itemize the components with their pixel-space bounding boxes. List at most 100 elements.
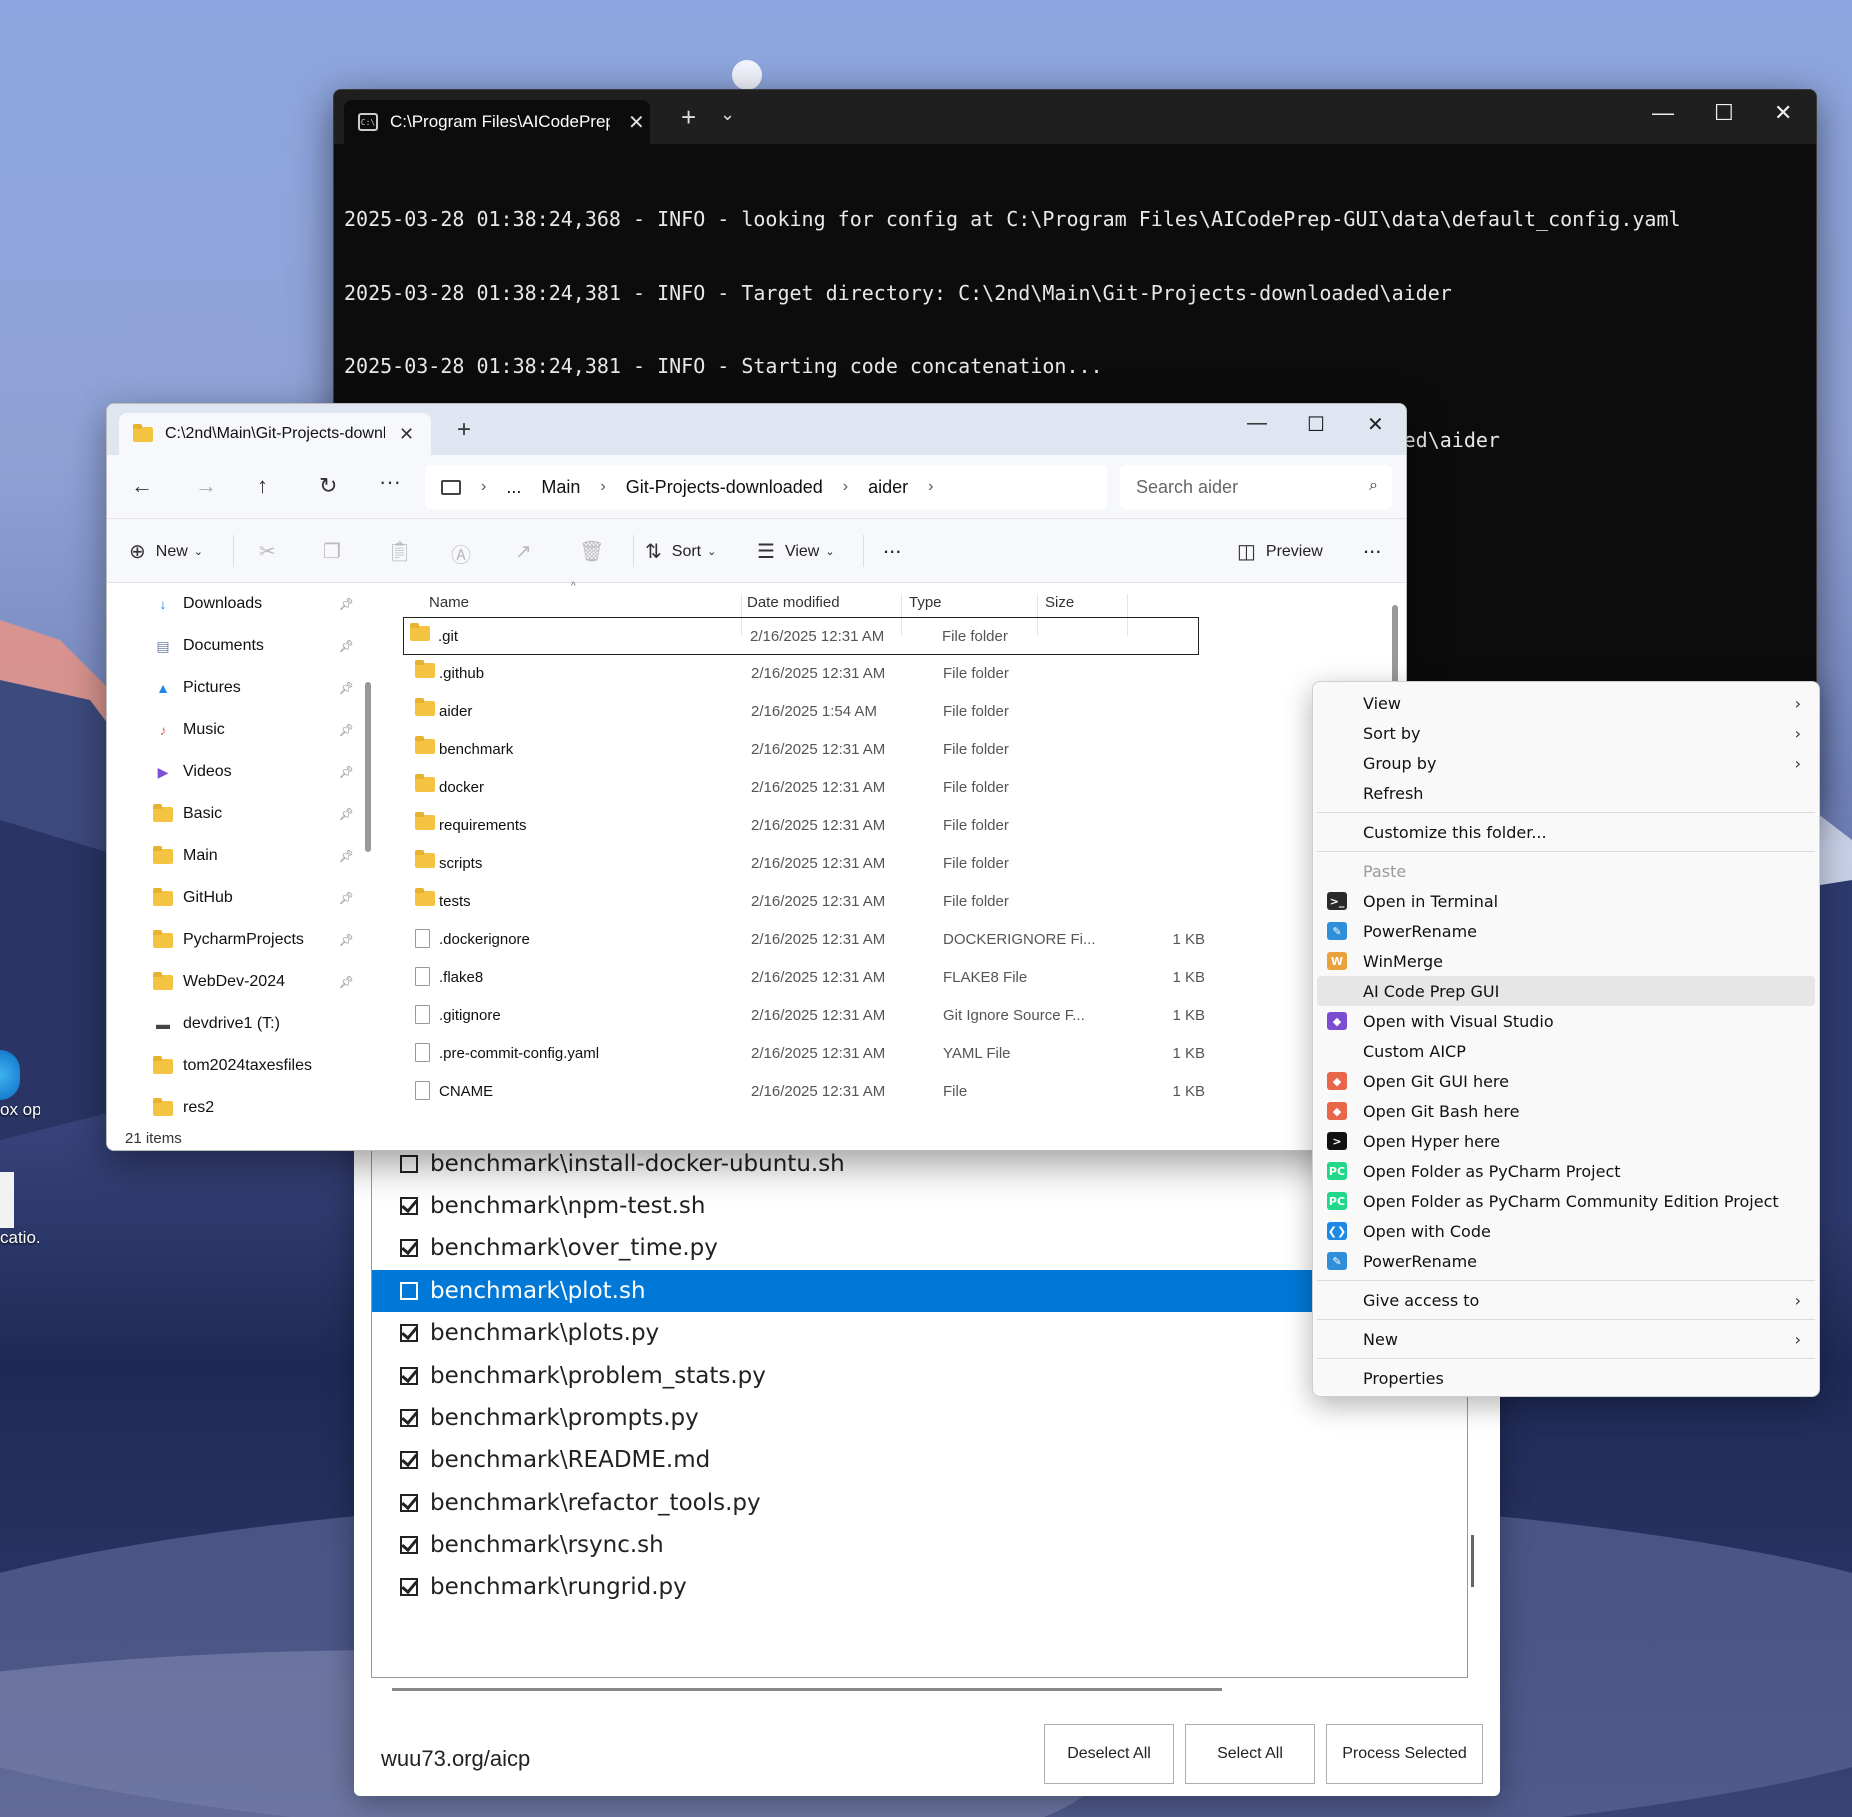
menu-item[interactable]: ◆ Open Git Bash here: [1317, 1096, 1815, 1126]
website-link[interactable]: wuu73.org/aicp: [381, 1746, 530, 1772]
pin-icon[interactable]: 📌︎: [339, 933, 354, 947]
menu-item[interactable]: AI Code Prep GUI: [1317, 976, 1815, 1006]
pin-icon[interactable]: 📌︎: [339, 765, 354, 779]
new-tab-icon[interactable]: +: [681, 102, 696, 133]
column-size[interactable]: Size: [1045, 594, 1074, 611]
delete-icon[interactable]: 🗑︎: [579, 539, 604, 564]
file-row[interactable]: aider 2/16/2025 1:54 AM File folder: [379, 693, 1319, 731]
sidebar-item[interactable]: GitHub 📌︎: [107, 877, 364, 919]
menu-item[interactable]: Custom AICP: [1317, 1036, 1815, 1066]
menu-item[interactable]: ❮❯ Open with Code: [1317, 1216, 1815, 1246]
new-button[interactable]: ⊕ New ⌄: [129, 539, 203, 564]
breadcrumb-item[interactable]: ...: [506, 477, 521, 498]
menu-item[interactable]: Group by ›: [1317, 748, 1815, 778]
forward-arrow-icon[interactable]: →: [195, 473, 217, 499]
column-type[interactable]: Type: [909, 594, 942, 611]
file-list-scrollbar[interactable]: [1392, 605, 1398, 685]
pin-icon[interactable]: 📌︎: [339, 975, 354, 989]
sidebar-item[interactable]: ▬ devdrive1 (T:): [107, 1003, 364, 1045]
checklist-row[interactable]: benchmark\refactor_tools.py: [372, 1482, 1467, 1524]
file-row[interactable]: tests 2/16/2025 12:31 AM File folder: [379, 883, 1319, 921]
checkbox[interactable]: [400, 1493, 418, 1512]
pin-icon[interactable]: 📌︎: [339, 807, 354, 821]
breadcrumb-item[interactable]: aider: [868, 477, 908, 498]
maximize-icon[interactable]: ☐: [1714, 100, 1734, 126]
navigation-pane[interactable]: ↓ Downloads 📌︎ ▤ Documents 📌︎ ▲ Pictures 📌︎ ♪ Musi…: [107, 583, 364, 1126]
horizontal-scrollbar[interactable]: [392, 1688, 1222, 1691]
menu-item[interactable]: ✎ PowerRename: [1317, 916, 1815, 946]
preview-button[interactable]: ◫ Preview: [1237, 539, 1323, 564]
copy-icon[interactable]: ❐: [323, 539, 341, 564]
sidebar-item[interactable]: PycharmProjects 📌︎: [107, 919, 364, 961]
pin-icon[interactable]: 📌︎: [339, 597, 354, 611]
terminal-tab[interactable]: C:\ C:\Program Files\AICodePrep-GUI ✕: [344, 100, 650, 144]
file-row[interactable]: CNAME 2/16/2025 12:31 AM File 1 KB: [379, 1073, 1319, 1111]
menu-item[interactable]: >_ Open in Terminal: [1317, 886, 1815, 916]
sidebar-item[interactable]: ▶ Videos 📌︎: [107, 751, 364, 793]
column-date[interactable]: Date modified: [747, 594, 840, 611]
back-arrow-icon[interactable]: ←: [131, 473, 153, 499]
pin-icon[interactable]: 📌︎: [339, 849, 354, 863]
sidebar-item[interactable]: WebDev-2024 📌︎: [107, 961, 364, 1003]
checkbox[interactable]: [400, 1324, 418, 1343]
checklist-row[interactable]: benchmark\npm-test.sh: [372, 1185, 1467, 1227]
checklist-row[interactable]: benchmark\prompts.py: [372, 1397, 1467, 1439]
pin-icon[interactable]: 📌︎: [339, 639, 354, 653]
desktop-shortcut[interactable]: catio...: [0, 1172, 40, 1248]
checklist-row[interactable]: benchmark\rungrid.py: [372, 1566, 1467, 1608]
checkbox[interactable]: [400, 1451, 418, 1470]
more-options-icon[interactable]: ...: [883, 533, 901, 559]
checkbox[interactable]: [400, 1196, 418, 1215]
deselect-all-button[interactable]: Deselect All: [1044, 1724, 1174, 1784]
rename-icon[interactable]: Ⓐ: [451, 539, 471, 568]
breadcrumb-item[interactable]: Main: [541, 477, 580, 498]
file-row[interactable]: .dockerignore 2/16/2025 12:31 AM DOCKERIGN…: [379, 921, 1319, 959]
file-row[interactable]: docker 2/16/2025 12:31 AM File folder: [379, 769, 1319, 807]
sidebar-scrollbar[interactable]: [365, 682, 371, 852]
checkbox[interactable]: [400, 1239, 418, 1258]
maximize-icon[interactable]: ☐: [1307, 412, 1325, 437]
close-tab-icon[interactable]: ✕: [628, 110, 645, 135]
file-row[interactable]: .flake8 2/16/2025 12:31 AM FLAKE8 File 1 KB: [379, 959, 1319, 997]
menu-item[interactable]: PC Open Folder as PyCharm Community Editi…: [1317, 1186, 1815, 1216]
menu-item[interactable]: ◆ Open with Visual Studio: [1317, 1006, 1815, 1036]
file-list[interactable]: Name ^ Date modified Type Size .git 2/16/…: [379, 581, 1406, 1126]
checkbox[interactable]: [400, 1281, 418, 1300]
refresh-icon[interactable]: ↻: [319, 473, 337, 499]
checkbox[interactable]: [400, 1578, 418, 1597]
menu-item[interactable]: Sort by ›: [1317, 718, 1815, 748]
menu-item[interactable]: > Open Hyper here: [1317, 1126, 1815, 1156]
checkbox[interactable]: [400, 1408, 418, 1427]
more-icon[interactable]: ···: [379, 469, 401, 495]
sidebar-item[interactable]: ↓ Downloads 📌︎: [107, 583, 364, 625]
checkbox[interactable]: [400, 1536, 418, 1555]
address-bar[interactable]: › ... Main › Git-Projects-downloaded › a…: [425, 465, 1107, 509]
menu-item[interactable]: Properties: [1317, 1363, 1815, 1393]
close-icon[interactable]: ✕: [1774, 100, 1792, 126]
close-tab-icon[interactable]: ✕: [399, 424, 414, 445]
sidebar-item[interactable]: ▲ Pictures 📌︎: [107, 667, 364, 709]
checklist-row[interactable]: benchmark\plots.py: [372, 1312, 1467, 1354]
menu-item[interactable]: PC Open Folder as PyCharm Project: [1317, 1156, 1815, 1186]
file-row[interactable]: .git 2/16/2025 12:31 AM File folder: [403, 617, 1199, 655]
menu-item[interactable]: Give access to ›: [1317, 1285, 1815, 1315]
checkbox[interactable]: [400, 1366, 418, 1385]
vertical-scrollbar[interactable]: [1471, 1535, 1474, 1587]
menu-item[interactable]: Customize this folder...: [1317, 817, 1815, 847]
menu-item[interactable]: ◆ Open Git GUI here: [1317, 1066, 1815, 1096]
share-icon[interactable]: ↗: [515, 539, 532, 564]
file-checklist[interactable]: benchmark\docker_build.shbenchmark\insta…: [371, 1100, 1468, 1678]
checklist-row[interactable]: benchmark\over_time.py: [372, 1227, 1467, 1269]
paste-icon[interactable]: 📋︎: [387, 539, 412, 564]
select-all-button[interactable]: Select All: [1185, 1724, 1315, 1784]
file-row[interactable]: .github 2/16/2025 12:31 AM File folder: [379, 655, 1319, 693]
menu-item[interactable]: View ›: [1317, 688, 1815, 718]
sidebar-item[interactable]: res2: [107, 1087, 364, 1126]
view-button[interactable]: ☰ View ⌄: [757, 539, 835, 564]
desktop-shortcut[interactable]: ox op...: [0, 1050, 40, 1120]
file-row[interactable]: requirements 2/16/2025 12:31 AM File folde…: [379, 807, 1319, 845]
pin-icon[interactable]: 📌︎: [339, 681, 354, 695]
pin-icon[interactable]: 📌︎: [339, 723, 354, 737]
pin-icon[interactable]: 📌︎: [339, 891, 354, 905]
close-icon[interactable]: ✕: [1367, 412, 1384, 437]
